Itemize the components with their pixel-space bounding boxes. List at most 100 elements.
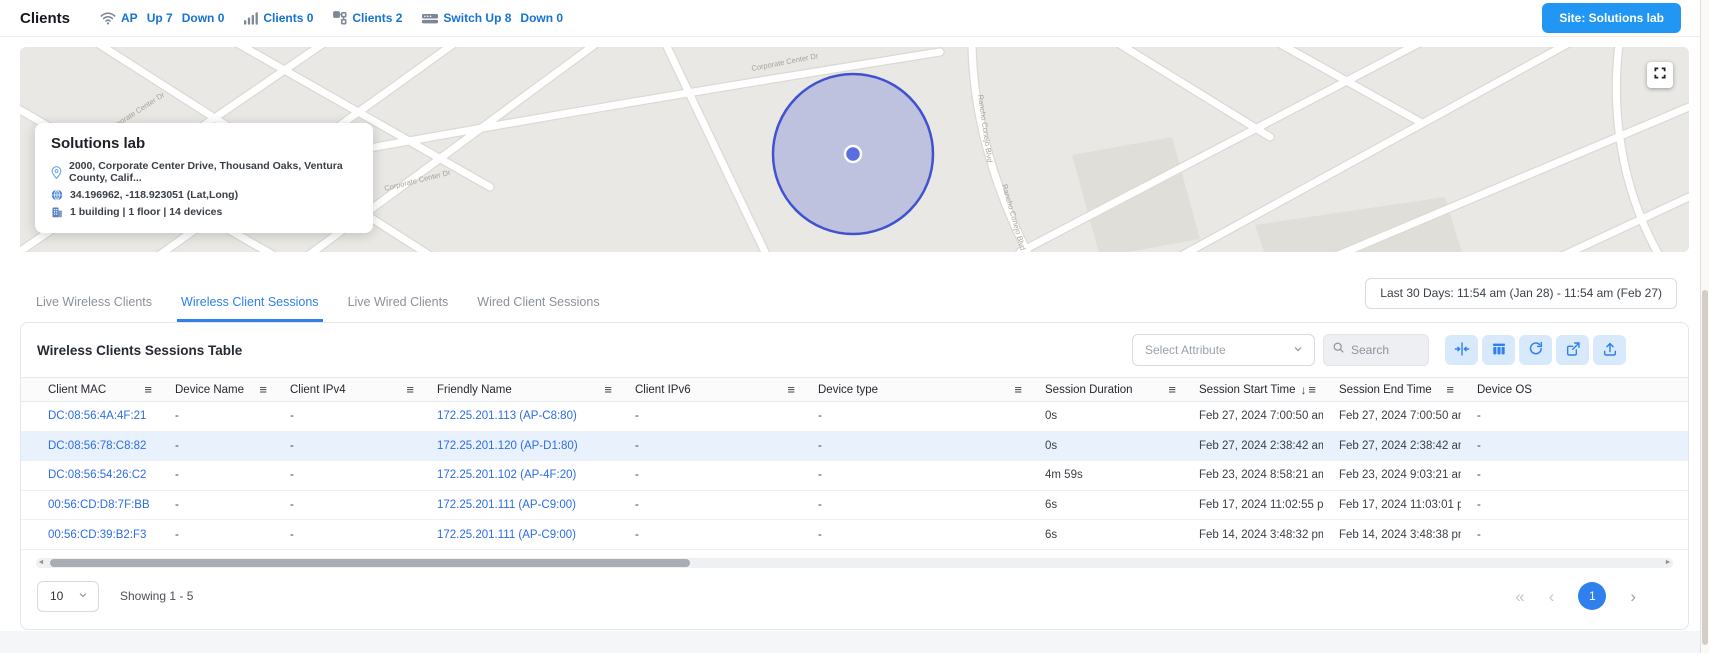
page-size-select[interactable]: 10 xyxy=(37,581,99,612)
session-start-cell: Feb 27, 2024 7:00:50 am xyxy=(1183,410,1323,422)
client-mac-link[interactable]: DC:08:56:4A:4F:21 xyxy=(21,410,159,422)
table-row[interactable]: DC:08:56:4A:4F:21 - - 172.25.201.113 (AP… xyxy=(21,402,1688,432)
table-row[interactable]: DC:08:56:78:C8:82 - - 172.25.201.120 (AP… xyxy=(21,432,1688,462)
session-start-cell: Feb 14, 2024 3:48:32 pm xyxy=(1183,529,1323,541)
column-menu-icon[interactable]: ≡ xyxy=(1014,382,1022,397)
device-name-cell: - xyxy=(159,440,274,452)
search-box[interactable] xyxy=(1323,334,1429,366)
switch-stat[interactable]: Switch Up 8 Down 0 xyxy=(422,11,563,25)
tab-live-wireless-clients[interactable]: Live Wireless Clients xyxy=(32,295,156,322)
current-page-button[interactable]: 1 xyxy=(1578,582,1606,610)
device-os-cell: - xyxy=(1461,529,1688,541)
column-menu-icon[interactable]: ≡ xyxy=(406,382,414,397)
refresh-button[interactable] xyxy=(1519,335,1552,365)
map-fullscreen-button[interactable] xyxy=(1647,62,1673,88)
header-stats: AP Up 7 Down 0 Clients 0 Clients 2 Switc… xyxy=(100,11,563,25)
col-client-mac[interactable]: Client MAC ≡ xyxy=(21,382,159,397)
search-icon xyxy=(1332,341,1345,359)
col-device-type[interactable]: Device type≡ xyxy=(802,382,1029,397)
column-menu-icon[interactable]: ≡ xyxy=(144,382,152,397)
table-row[interactable]: 00:56:CD:D8:7F:BB - - 172.25.201.111 (AP… xyxy=(21,491,1688,521)
tab-wired-client-sessions[interactable]: Wired Client Sessions xyxy=(473,295,603,322)
export-button[interactable] xyxy=(1593,335,1626,365)
col-label: Session End Time xyxy=(1339,384,1432,396)
site-name: Solutions lab xyxy=(51,135,357,152)
col-label: Friendly Name xyxy=(437,384,512,396)
page-scrollbar[interactable] xyxy=(1700,0,1709,653)
fit-columns-button[interactable] xyxy=(1445,335,1478,365)
col-session-duration[interactable]: Session Duration≡ xyxy=(1029,382,1183,397)
client-ipv4-cell: - xyxy=(274,499,421,511)
location-pin-icon xyxy=(51,166,62,179)
col-client-ipv6[interactable]: Client IPv6≡ xyxy=(619,382,802,397)
col-session-start-time[interactable]: Session Start Time↓≡ xyxy=(1183,382,1323,397)
col-device-name[interactable]: Device Name ≡ xyxy=(159,382,274,397)
attribute-select-placeholder: Select Attribute xyxy=(1145,343,1226,357)
column-menu-icon[interactable]: ≡ xyxy=(1308,382,1316,397)
sessions-table-card: Wireless Clients Sessions Table Select A… xyxy=(20,322,1689,630)
first-page-button[interactable]: « xyxy=(1515,588,1524,605)
date-range-picker[interactable]: Last 30 Days: 11:54 am (Jan 28) - 11:54 … xyxy=(1365,278,1677,309)
column-menu-icon[interactable]: ≡ xyxy=(787,382,795,397)
ap-down: Down 0 xyxy=(182,11,225,25)
device-os-cell: - xyxy=(1461,499,1688,511)
col-label: Device Name xyxy=(175,384,244,396)
client-mac-link[interactable]: 00:56:CD:39:B2:F3 xyxy=(21,529,159,541)
scroll-right-arrow-icon[interactable]: ► xyxy=(1663,558,1673,568)
table-row[interactable]: DC:08:56:54:26:C2 - - 172.25.201.102 (AP… xyxy=(21,461,1688,491)
col-friendly-name[interactable]: Friendly Name ≡ xyxy=(421,382,619,397)
client-mac-link[interactable]: 00:56:CD:D8:7F:BB xyxy=(21,499,159,511)
ap-stat[interactable]: AP Up 7 Down 0 xyxy=(100,11,224,25)
col-client-ipv4[interactable]: Client IPv4≡ xyxy=(274,382,421,397)
page-scrollbar-thumb[interactable] xyxy=(1702,290,1708,645)
client-mac-link[interactable]: DC:08:56:54:26:C2 xyxy=(21,469,159,481)
site-location-dot[interactable] xyxy=(845,146,861,162)
device-os-cell: - xyxy=(1461,440,1688,452)
site-address: 2000, Corporate Center Drive, Thousand O… xyxy=(69,160,357,184)
horizontal-scrollbar-thumb[interactable] xyxy=(50,559,690,567)
tab-wireless-client-sessions[interactable]: Wireless Client Sessions xyxy=(177,295,323,322)
open-external-button[interactable] xyxy=(1556,335,1589,365)
friendly-name-link[interactable]: 172.25.201.111 (AP-C9:00) xyxy=(421,529,619,541)
scroll-left-arrow-icon[interactable]: ◄ xyxy=(36,558,46,568)
site-button[interactable]: Site: Solutions lab xyxy=(1542,3,1681,33)
device-name-cell: - xyxy=(159,499,274,511)
column-menu-icon[interactable]: ≡ xyxy=(259,382,267,397)
table-row[interactable]: 00:56:CD:39:B2:F3 - - 172.25.201.111 (AP… xyxy=(21,520,1688,550)
col-session-end-time[interactable]: Session End Time ≡ xyxy=(1323,382,1461,397)
friendly-name-link[interactable]: 172.25.201.120 (AP-D1:80) xyxy=(421,440,619,452)
column-menu-icon[interactable]: ≡ xyxy=(1446,382,1454,397)
sort-desc-icon[interactable]: ↓ xyxy=(1301,383,1307,397)
session-end-cell: Feb 14, 2024 3:48:38 pm xyxy=(1323,529,1461,541)
tab-live-wired-clients[interactable]: Live Wired Clients xyxy=(344,295,453,322)
friendly-name-link[interactable]: 172.25.201.113 (AP-C8:80) xyxy=(421,410,619,422)
manage-columns-button[interactable] xyxy=(1482,335,1515,365)
upload-icon xyxy=(1602,341,1618,360)
session-duration-cell: 4m 59s xyxy=(1029,469,1183,481)
site-map[interactable]: Corporate Center Dr Corporate Center Dr … xyxy=(20,47,1689,252)
horizontal-scrollbar[interactable]: ◄ ► xyxy=(36,558,1673,568)
ap-up: Up 7 xyxy=(147,11,173,25)
client-mac-link[interactable]: DC:08:56:78:C8:82 xyxy=(21,440,159,452)
page-title: Clients xyxy=(20,10,70,27)
search-input[interactable] xyxy=(1351,343,1415,357)
col-label: Client MAC xyxy=(48,384,106,396)
refresh-icon xyxy=(1528,341,1544,360)
device-type-cell: - xyxy=(802,499,1029,511)
friendly-name-link[interactable]: 172.25.201.102 (AP-4F:20) xyxy=(421,469,619,481)
wireless-clients-stat[interactable]: Clients 0 xyxy=(244,11,313,25)
prev-page-button[interactable]: ‹ xyxy=(1549,588,1555,605)
next-page-button[interactable]: › xyxy=(1630,588,1636,605)
showing-label: Showing 1 - 5 xyxy=(120,589,193,603)
session-duration-cell: 0s xyxy=(1029,410,1183,422)
page-size-value: 10 xyxy=(50,589,63,603)
column-menu-icon[interactable]: ≡ xyxy=(1168,382,1176,397)
column-menu-icon[interactable]: ≡ xyxy=(604,382,612,397)
switch-icon xyxy=(422,12,438,25)
client-ipv6-cell: - xyxy=(619,469,802,481)
attribute-select[interactable]: Select Attribute xyxy=(1132,334,1315,366)
device-type-cell: - xyxy=(802,440,1029,452)
friendly-name-link[interactable]: 172.25.201.111 (AP-C9:00) xyxy=(421,499,619,511)
col-device-os[interactable]: Device OS xyxy=(1461,384,1688,396)
wired-clients-stat[interactable]: Clients 2 xyxy=(333,11,402,25)
